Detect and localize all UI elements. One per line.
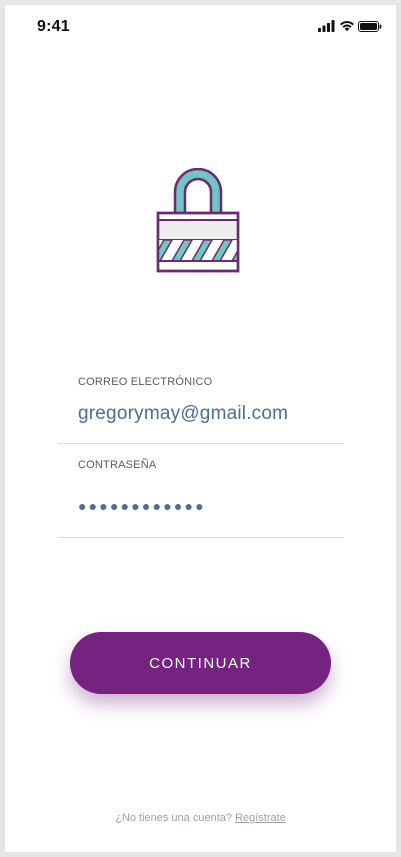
email-field[interactable]: CORREO ELECTRÓNICO gregorymay@gmail.com: [58, 365, 344, 444]
password-input[interactable]: ●●●●●●●●●●●●: [78, 498, 206, 514]
wifi-icon: [340, 21, 354, 32]
email-input[interactable]: gregorymay@gmail.com: [78, 403, 288, 425]
password-label: CONTRASEÑA: [78, 459, 157, 471]
signup-prompt-text: ¿No tienes una cuenta?: [115, 812, 232, 824]
status-time: 9:41: [37, 18, 70, 35]
battery-icon: [358, 21, 382, 32]
status-bar: 9:41: [5, 5, 396, 49]
login-form: CORREO ELECTRÓNICO gregorymay@gmail.com …: [58, 365, 344, 538]
status-icons: [308, 20, 382, 36]
continue-button[interactable]: CONTINUAR: [70, 632, 331, 694]
signup-prompt: ¿No tienes una cuenta? Regístrate: [5, 812, 396, 824]
signup-link[interactable]: Regístrate: [235, 812, 286, 824]
lock-icon: [156, 168, 240, 273]
phone-screen: 9:41 CORREO ELECTRÓNICO gregorymay@gmail…: [5, 5, 396, 852]
email-label: CORREO ELECTRÓNICO: [78, 376, 213, 388]
password-field[interactable]: CONTRASEÑA ●●●●●●●●●●●●: [58, 444, 344, 538]
signal-icon: [318, 20, 335, 32]
